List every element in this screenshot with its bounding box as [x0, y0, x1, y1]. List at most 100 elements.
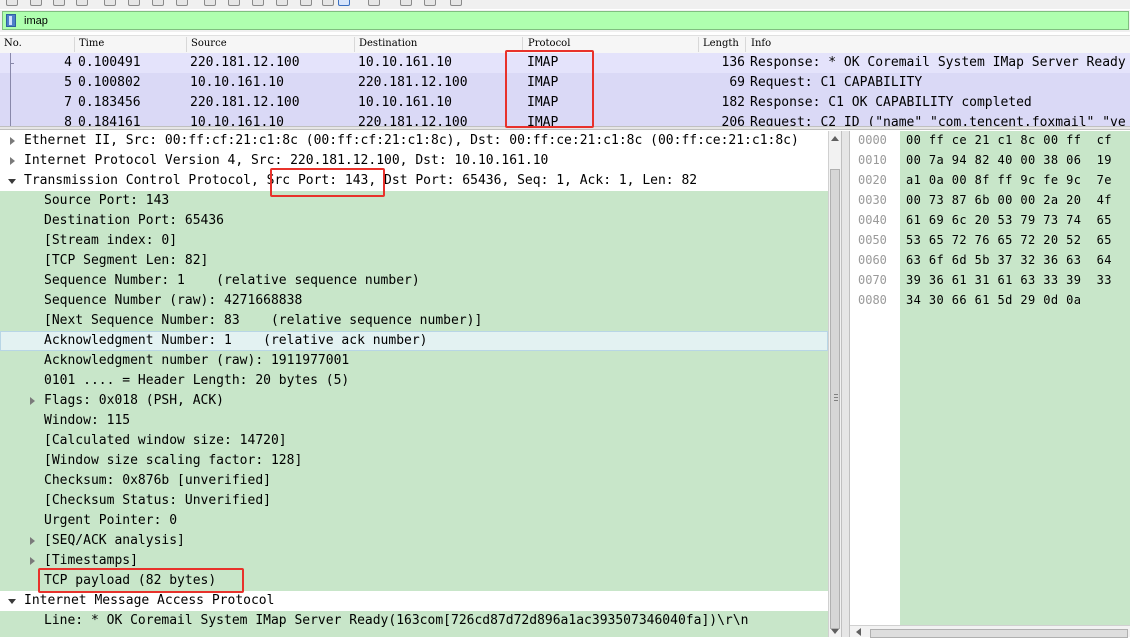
details-scrollbar[interactable] — [828, 131, 841, 637]
tree-item-ethernet[interactable]: Ethernet II, Src: 00:ff:cf:21:c1:8c (00:… — [0, 131, 828, 151]
tree-field-imap-line[interactable]: Line: * OK Coremail System IMap Server R… — [0, 611, 828, 631]
toolbar-last-icon[interactable] — [228, 0, 240, 6]
toolbar-goto-icon[interactable] — [176, 0, 188, 6]
tree-field-next-sequence[interactable]: [Next Sequence Number: 83 (relative sequ… — [0, 311, 828, 331]
tcp-summary-src-port: Src Port: 143 — [266, 173, 369, 188]
tree-field-sequence-raw[interactable]: Sequence Number (raw): 4271668838 — [0, 291, 828, 311]
expand-arrow-icon[interactable] — [30, 397, 35, 405]
scroll-left-arrow-icon[interactable] — [856, 628, 861, 636]
toolbar-first-icon[interactable] — [204, 0, 216, 6]
toolbar-next-icon[interactable] — [152, 0, 164, 6]
column-separator[interactable] — [698, 37, 699, 52]
expand-arrow-icon[interactable] — [30, 537, 35, 545]
toolbar-save-icon[interactable] — [30, 0, 42, 6]
toolbar-prev-icon[interactable] — [128, 0, 140, 6]
toolbar-autoscroll-icon[interactable] — [252, 0, 264, 6]
packet-row[interactable]: 8 0.184161 10.10.161.10 220.181.12.100 I… — [0, 113, 1130, 126]
packet-info: Request: C2 ID ("name" "com.tencent.foxm… — [750, 115, 1126, 126]
tree-field-calculated-window[interactable]: [Calculated window size: 14720] — [0, 431, 828, 451]
packet-row[interactable]: 5 0.100802 10.10.161.10 220.181.12.100 I… — [0, 73, 1130, 93]
tree-field-header-length[interactable]: 0101 .... = Header Length: 20 bytes (5) — [0, 371, 828, 391]
toolbar-find-icon[interactable] — [104, 0, 116, 6]
packet-row[interactable]: 4 0.100491 220.181.12.100 10.10.161.10 I… — [0, 53, 1130, 73]
column-header-protocol[interactable]: Protocol — [528, 38, 570, 49]
column-header-time[interactable]: Time — [79, 38, 104, 49]
display-filter-input[interactable] — [24, 13, 1114, 28]
display-filter-field[interactable] — [2, 11, 1129, 30]
tree-field-stream-index[interactable]: [Stream index: 0] — [0, 231, 828, 251]
packet-destination: 10.10.161.10 — [358, 95, 452, 110]
scrollbar-thumb[interactable] — [830, 169, 840, 629]
toolbar-close-icon[interactable] — [53, 0, 65, 6]
packet-tree-line — [10, 73, 11, 93]
toolbar-zoom-icon[interactable] — [400, 0, 412, 6]
toolbar-search-icon[interactable] — [424, 0, 436, 6]
tree-field-ack-raw[interactable]: Acknowledgment number (raw): 1911977001 — [0, 351, 828, 371]
tree-item-imap[interactable]: Internet Message Access Protocol — [0, 591, 828, 611]
tree-field-sequence-number[interactable]: Sequence Number: 1 (relative sequence nu… — [0, 271, 828, 291]
main-toolbar — [0, 0, 1130, 9]
pane-splitter-vertical[interactable] — [841, 131, 850, 637]
packet-no: 4 — [64, 55, 72, 70]
tree-field-seq-ack-analysis[interactable]: [SEQ/ACK analysis] — [0, 531, 828, 551]
tree-field-checksum-status[interactable]: [Checksum Status: Unverified] — [0, 491, 828, 511]
display-filter-bar — [0, 10, 1130, 32]
tree-field-checksum[interactable]: Checksum: 0x876b [unverified] — [0, 471, 828, 491]
tree-field-destination-port[interactable]: Destination Port: 65436 — [0, 211, 828, 231]
tree-item-ipv4[interactable]: Internet Protocol Version 4, Src: 220.18… — [0, 151, 828, 171]
column-separator[interactable] — [354, 37, 355, 52]
packet-source: 220.181.12.100 — [190, 95, 300, 110]
tree-field-window-scaling[interactable]: [Window size scaling factor: 128] — [0, 451, 828, 471]
collapse-arrow-icon[interactable] — [8, 599, 16, 604]
packet-bytes-pane: 0000 00 ff ce 21 c1 8c 00 ff cf 0010 00 7a… — [850, 131, 1130, 637]
toolbar-zoom-in-icon[interactable] — [300, 0, 312, 6]
packet-row[interactable]: 7 0.183456 220.181.12.100 10.10.161.10 I… — [0, 93, 1130, 113]
toolbar-zoom-out-icon[interactable] — [322, 0, 334, 6]
expand-arrow-icon[interactable] — [30, 557, 35, 565]
packet-tree-tick — [10, 63, 14, 64]
packet-time: 0.100491 — [78, 55, 141, 70]
toolbar-reload-icon[interactable] — [76, 0, 88, 6]
filter-bookmark-icon[interactable] — [6, 14, 16, 27]
grip-line — [834, 394, 838, 395]
packet-info: Response: C1 OK CAPABILITY completed — [750, 95, 1032, 110]
tree-field-segment-len[interactable]: [TCP Segment Len: 82] — [0, 251, 828, 271]
column-separator[interactable] — [186, 37, 187, 52]
column-header-destination[interactable]: Destination — [359, 38, 417, 49]
tree-field-flags[interactable]: Flags: 0x018 (PSH, ACK) — [0, 391, 828, 411]
expand-arrow-icon[interactable] — [10, 157, 15, 165]
tree-item-tcp[interactable]: Transmission Control Protocol, Src Port:… — [0, 171, 828, 191]
tree-field-source-port[interactable]: Source Port: 143 — [0, 191, 828, 211]
toolbar-normal-size-icon[interactable] — [338, 0, 350, 6]
scroll-up-arrow-icon[interactable] — [831, 136, 839, 141]
packet-info: Response: * OK Coremail System IMap Serv… — [750, 55, 1126, 70]
toolbar-resize-columns-icon[interactable] — [368, 0, 380, 6]
packet-tree-line — [10, 93, 11, 113]
tree-field-tcp-payload[interactable]: TCP payload (82 bytes) — [0, 571, 828, 591]
column-separator[interactable] — [745, 37, 746, 52]
column-header-source[interactable]: Source — [191, 38, 227, 49]
tree-field-urgent-pointer[interactable]: Urgent Pointer: 0 — [0, 511, 828, 531]
tree-field-ack-number[interactable]: Acknowledgment Number: 1 (relative ack n… — [0, 331, 828, 351]
packet-details-pane: Ethernet II, Src: 00:ff:cf:21:c1:8c (00:… — [0, 131, 841, 637]
scroll-down-arrow-icon[interactable] — [831, 629, 839, 634]
tree-field-timestamps[interactable]: [Timestamps] — [0, 551, 828, 571]
tcp-summary-prefix: Transmission Control Protocol, — [24, 173, 267, 188]
toolbar-colorize-icon[interactable] — [276, 0, 288, 6]
packet-no: 7 — [64, 95, 72, 110]
expand-arrow-icon[interactable] — [10, 137, 15, 145]
toolbar-open-icon[interactable] — [6, 0, 18, 6]
column-separator[interactable] — [522, 37, 523, 52]
column-header-length[interactable]: Length — [703, 38, 739, 49]
column-separator[interactable] — [74, 37, 75, 52]
packet-protocol: IMAP — [527, 115, 559, 126]
column-header-no[interactable]: No. — [4, 38, 22, 49]
packet-time: 0.100802 — [78, 75, 141, 90]
packet-destination: 220.181.12.100 — [358, 115, 468, 126]
collapse-arrow-icon[interactable] — [8, 179, 16, 184]
toolbar-expand-icon[interactable] — [450, 0, 462, 6]
column-header-info[interactable]: Info — [751, 38, 771, 49]
hex-horizontal-scrollbar[interactable] — [850, 625, 1130, 638]
tree-field-window[interactable]: Window: 115 — [0, 411, 828, 431]
pane-splitter-horizontal[interactable] — [0, 126, 1130, 130]
